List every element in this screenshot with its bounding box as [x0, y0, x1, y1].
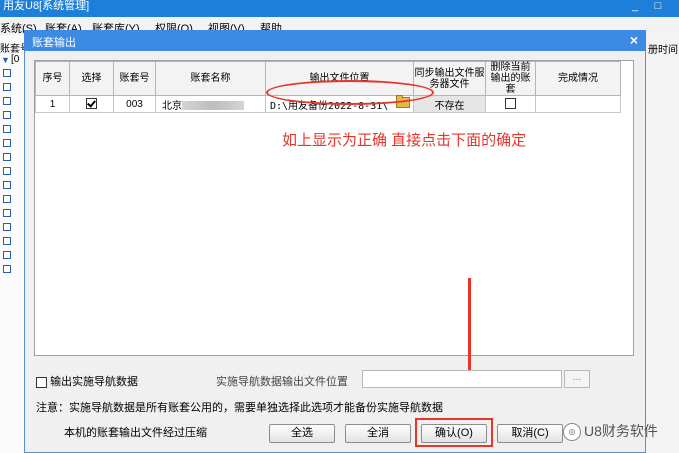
- deselect-all-button[interactable]: 全消: [345, 424, 411, 443]
- minimize-button[interactable]: _: [627, 0, 643, 15]
- tree-node-icon[interactable]: [3, 209, 11, 217]
- row-sync: 不存在: [413, 95, 486, 113]
- tree-root-label: [0: [11, 54, 20, 65]
- row-index: 1: [35, 95, 70, 113]
- tree-node-icon[interactable]: [3, 97, 11, 105]
- maximize-button[interactable]: □: [650, 0, 666, 15]
- row-name: 北京: [162, 100, 182, 112]
- tree-node-icon[interactable]: [3, 181, 11, 189]
- col-header-path: 输出文件位置: [265, 61, 414, 96]
- confirm-highlight-box: [415, 418, 493, 447]
- tree-expand-icon[interactable]: ▼: [1, 55, 10, 65]
- tree-node-icon[interactable]: [3, 195, 11, 203]
- row-select-checkbox[interactable]: [86, 98, 97, 110]
- row-code: 003: [113, 95, 156, 113]
- table-row[interactable]: 1 003 北京 D:\用友备份2022-8-31\ 不存在: [35, 94, 621, 113]
- annotation-text: 如上显示为正确 直接点击下面的确定: [282, 132, 527, 149]
- tree-node-icon[interactable]: [3, 153, 11, 161]
- col-header-sync: 同步输出文件服务器文件: [413, 61, 486, 96]
- tree-node-icon[interactable]: [3, 125, 11, 133]
- tree-node-icon[interactable]: [3, 69, 11, 77]
- nav-path-input[interactable]: [362, 370, 562, 388]
- tree-node-icon[interactable]: [3, 237, 11, 245]
- watermark: ◎ U8财务软件: [563, 421, 658, 442]
- dialog-title-bar: 账套输出 ×: [24, 30, 646, 51]
- tree-node-icon[interactable]: [3, 223, 11, 231]
- tree-node-icon[interactable]: [3, 139, 11, 147]
- nav-path-browse-button[interactable]: ...: [564, 370, 590, 388]
- tree-node-icon[interactable]: [3, 111, 11, 119]
- select-all-button[interactable]: 全选: [269, 424, 335, 443]
- tree-node-icon[interactable]: [3, 265, 11, 273]
- row-delete-checkbox[interactable]: [505, 98, 516, 110]
- annotation-arrow-shaft: [468, 278, 471, 380]
- tree-node-icon[interactable]: [3, 167, 11, 175]
- col-header-index: 序号: [35, 61, 70, 96]
- nav-data-label: 输出实施导航数据: [50, 376, 139, 388]
- nav-path-label: 实施导航数据输出文件位置: [216, 376, 348, 388]
- col-header-name: 账套名称: [155, 61, 266, 96]
- row-path: D:\用友备份2022-8-31\: [270, 100, 389, 112]
- col-header-select: 选择: [69, 61, 114, 96]
- row-delete-cell[interactable]: [485, 95, 536, 113]
- table-header-row: 序号 选择 账套号 账套名称 输出文件位置 同步输出文件服务器文件 删除当前输出…: [35, 61, 621, 96]
- tree-node-icon[interactable]: [3, 251, 11, 259]
- col-header-code: 账套号: [113, 61, 156, 96]
- tree-node-icon[interactable]: [3, 83, 11, 91]
- row-status: [535, 95, 621, 113]
- right-column-header: 册时间: [648, 45, 678, 56]
- main-window-title: 用友U8[系统管理]: [3, 0, 90, 12]
- folder-icon[interactable]: [396, 94, 410, 108]
- compress-note: 本机的账套输出文件经过压缩: [64, 427, 207, 439]
- dialog-close-icon[interactable]: ×: [630, 32, 638, 48]
- row-select-cell[interactable]: [69, 95, 114, 113]
- main-window-title-bar: 用友U8[系统管理] _ □: [0, 0, 679, 17]
- nav-data-note: 注意：实施导航数据是所有账套公用的，需要单独选择此选项才能备份实施导航数据: [36, 402, 443, 414]
- watermark-logo-icon: ◎: [563, 423, 581, 442]
- row-path-cell[interactable]: D:\用友备份2022-8-31\: [265, 94, 414, 113]
- blurred-name: [182, 101, 244, 111]
- left-tree-pane: 账套号 ▼ [0: [0, 35, 30, 453]
- cancel-button[interactable]: 取消(C): [497, 424, 563, 443]
- watermark-text: U8财务软件: [584, 423, 658, 439]
- col-header-delete: 删除当前输出的账套: [485, 61, 536, 96]
- nav-data-checkbox[interactable]: [36, 376, 47, 388]
- nav-data-option[interactable]: 输出实施导航数据: [36, 373, 138, 389]
- row-name-cell: 北京: [155, 95, 266, 113]
- right-list-pane: 册时间: [646, 35, 679, 453]
- account-table: 序号 选择 账套号 账套名称 输出文件位置 同步输出文件服务器文件 删除当前输出…: [35, 61, 621, 113]
- dialog-title: 账套输出: [32, 37, 76, 49]
- col-header-status: 完成情况: [535, 61, 621, 96]
